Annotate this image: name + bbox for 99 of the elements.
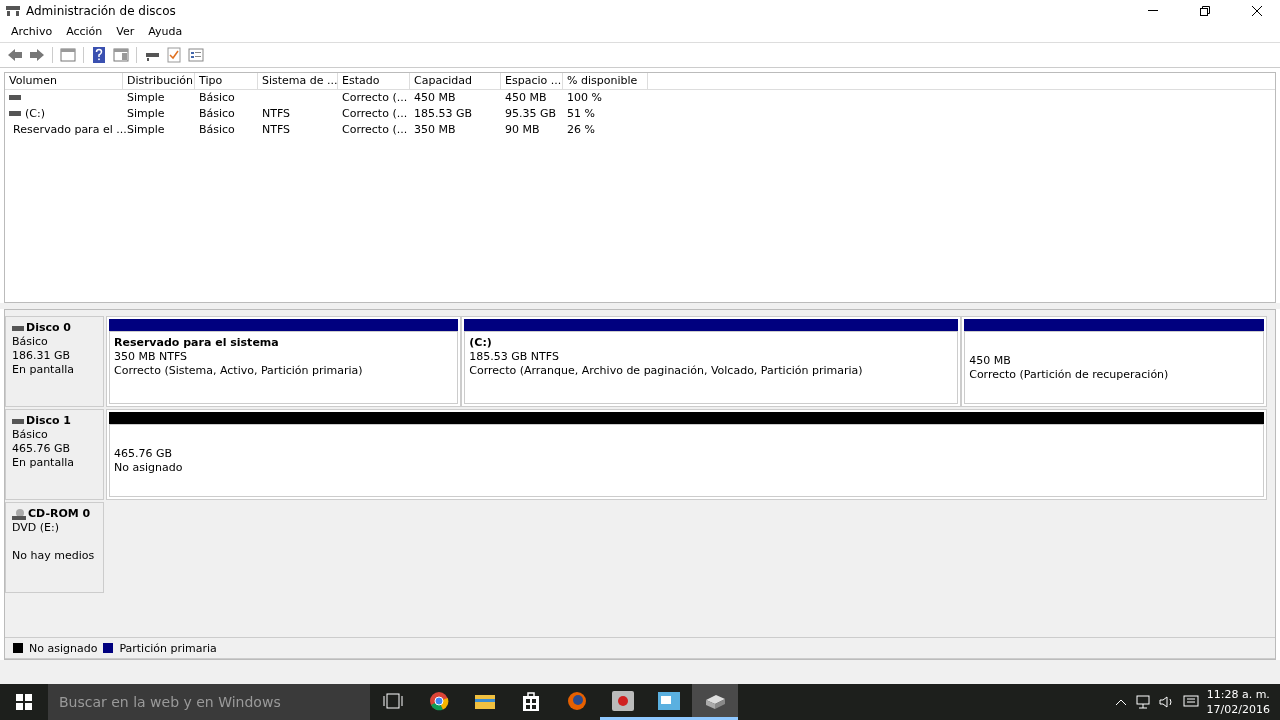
column-header[interactable]: Tipo	[195, 72, 258, 90]
table-cell: 185.53 GB	[414, 107, 473, 121]
shopping-bag-icon	[522, 690, 540, 711]
table-cell: Simple	[127, 123, 165, 137]
table-cell: Correcto (...	[342, 91, 408, 105]
partition-status: Correcto (Arranque, Archivo de paginación, Volcado, Partición primaria)	[469, 364, 864, 379]
table-cell: 95.35 GB	[505, 107, 557, 121]
disk-info: Básico	[12, 335, 49, 350]
restore-icon	[1200, 5, 1210, 16]
table-cell: 26 %	[567, 123, 595, 137]
table-cell: 51 %	[567, 107, 595, 121]
table-cell: Simple	[127, 91, 165, 105]
partition-status: Correcto (Sistema, Activo, Partición primaria)	[114, 364, 364, 379]
disk-info: En pantalla	[12, 456, 76, 471]
partition-title: Reservado para el sistema	[114, 336, 280, 351]
column-header[interactable]: Volumen	[5, 72, 123, 90]
partition-status: Correcto (Partición de recuperación)	[969, 367, 1170, 382]
disk-label-panel[interactable]: CD-ROM 0 DVD (E:) No hay medios	[5, 502, 104, 594]
table-cell: 350 MB	[414, 123, 456, 137]
disk-info: No hay medios	[12, 549, 96, 564]
help-icon	[93, 46, 105, 63]
partition-size: 450 MB	[969, 353, 1012, 368]
task-view-icon	[383, 692, 403, 709]
partition-size: 465.76 GB	[114, 446, 174, 461]
close-icon	[1252, 5, 1262, 16]
table-cell: Básico	[199, 123, 235, 137]
speaker-icon	[1158, 695, 1175, 709]
disk-label-panel[interactable]: Disco 1 Básico 465.76 GB En pantalla	[5, 409, 104, 501]
record-icon	[612, 690, 634, 711]
menu-item[interactable]: Acción	[59, 22, 110, 40]
disk-drive-icon	[6, 5, 20, 16]
legend-label: Partición primaria	[119, 641, 217, 655]
disk-name: Disco 0	[26, 321, 71, 336]
taskbar-app-button[interactable]	[692, 684, 738, 720]
partition-block[interactable]: 465.76 GB No asignado	[106, 409, 1267, 501]
checklist-icon	[167, 46, 181, 63]
column-header[interactable]: % disponible	[563, 72, 648, 90]
disk-name: Disco 1	[26, 414, 71, 429]
window-title: Administración de discos	[26, 3, 177, 18]
drive-icon	[9, 111, 21, 117]
drive-icon	[12, 418, 24, 424]
partition-title: (C:)	[469, 336, 493, 351]
legend-label: No asignado	[29, 641, 98, 655]
table-cell: 450 MB	[505, 91, 547, 105]
table-cell: Básico	[199, 91, 235, 105]
column-header[interactable]: Espacio ...	[501, 72, 563, 90]
disk-info: DVD (E:)	[12, 521, 60, 536]
disk-info: En pantalla	[12, 363, 76, 378]
partition-status: No asignado	[114, 460, 184, 475]
chevron-up-icon	[1114, 698, 1127, 706]
table-cell: Reservado para el ...	[13, 123, 127, 137]
menu-item[interactable]: Ver	[109, 22, 142, 40]
drive-icon	[9, 95, 21, 101]
table-cell: 100 %	[567, 91, 602, 105]
column-header[interactable]: Capacidad	[410, 72, 501, 90]
pane-icon	[60, 47, 76, 62]
cd-drive-icon	[12, 508, 26, 521]
search-field[interactable]: Buscar en la web y en Windows	[48, 684, 370, 720]
drive-icon	[12, 325, 24, 331]
toolbar-button[interactable]	[165, 45, 183, 64]
notification-icon	[1182, 695, 1199, 709]
disk-name: CD-ROM 0	[28, 507, 91, 522]
table-cell: (C:)	[25, 107, 45, 121]
table-cell: Simple	[127, 107, 165, 121]
forward-arrow-icon	[29, 47, 45, 62]
table-cell: 90 MB	[505, 123, 540, 137]
back-arrow-icon	[7, 47, 23, 62]
pane-icon	[113, 47, 129, 62]
toolbar-button[interactable]	[90, 45, 108, 64]
menu-item[interactable]: Ayuda	[141, 22, 190, 40]
table-cell: Básico	[199, 107, 235, 121]
fox-globe-icon	[567, 690, 587, 711]
round-browser-icon	[429, 690, 449, 711]
network-icon	[1134, 695, 1151, 709]
column-header[interactable]: Estado	[338, 72, 410, 90]
table-cell: NTFS	[262, 123, 291, 137]
clock[interactable]: 11:28 a. m. 17/02/2016	[1206, 687, 1270, 717]
folder-icon	[475, 692, 495, 709]
table-cell: Correcto (...	[342, 123, 408, 137]
menu-item[interactable]: Archivo	[4, 22, 60, 40]
table-cell: 450 MB	[414, 91, 456, 105]
disk-label-panel[interactable]: Disco 0 Básico 186.31 GB En pantalla	[5, 316, 104, 408]
properties-icon	[188, 47, 204, 62]
table-cell: Correcto (...	[342, 107, 408, 121]
toolbar-button[interactable]	[187, 45, 205, 64]
disk-info: Básico	[12, 428, 49, 443]
disk-info: 186.31 GB	[12, 349, 72, 364]
table-cell: NTFS	[262, 107, 291, 121]
disk-info: 465.76 GB	[12, 442, 72, 457]
partition-block[interactable]: (C:) 185.53 GB NTFS Correcto (Arranque, Archivo de paginación, Volcado, Partición primaria)	[461, 316, 962, 408]
minimize-icon	[1148, 9, 1158, 12]
column-header[interactable]: Distribución	[123, 72, 195, 90]
partition-size: 350 MB NTFS	[114, 350, 189, 365]
partition-size: 185.53 GB NTFS	[469, 350, 560, 365]
window-app-icon	[658, 691, 680, 710]
windows-logo-icon	[16, 694, 32, 710]
column-header[interactable]: Sistema de ...	[258, 72, 338, 90]
partition-block[interactable]: 450 MB Correcto (Partición de recuperación)	[961, 316, 1267, 408]
partition-block[interactable]: Reservado para el sistema 350 MB NTFS Correcto (Sistema, Activo, Partición primaria)	[106, 316, 462, 408]
